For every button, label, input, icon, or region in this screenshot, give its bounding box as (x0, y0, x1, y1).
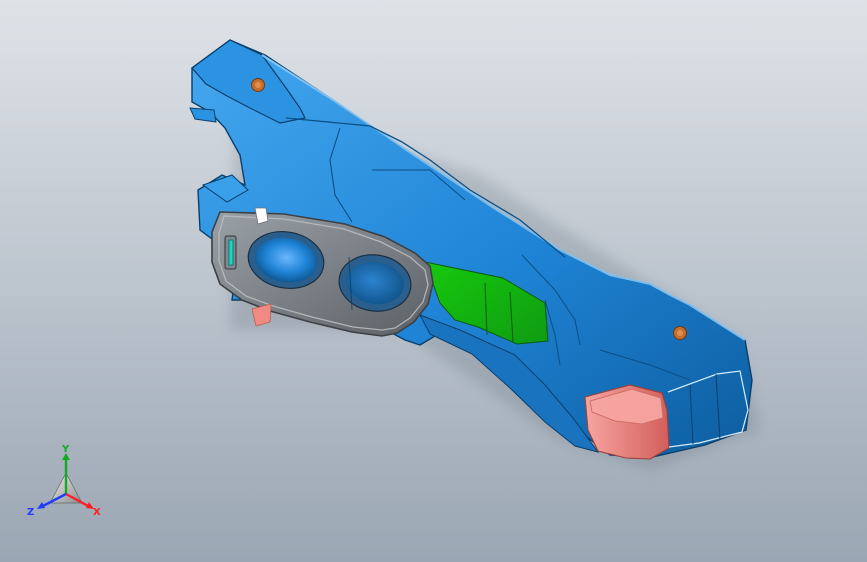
pink-marker (251, 303, 272, 327)
x-axis-label: X (93, 507, 101, 518)
red-end-cap (584, 384, 670, 460)
y-axis-label: Y (61, 445, 70, 455)
coordinate-triad: Y X Z (27, 445, 101, 518)
z-axis-label: Z (27, 507, 34, 518)
cad-viewport[interactable]: Y X Z (0, 0, 867, 562)
